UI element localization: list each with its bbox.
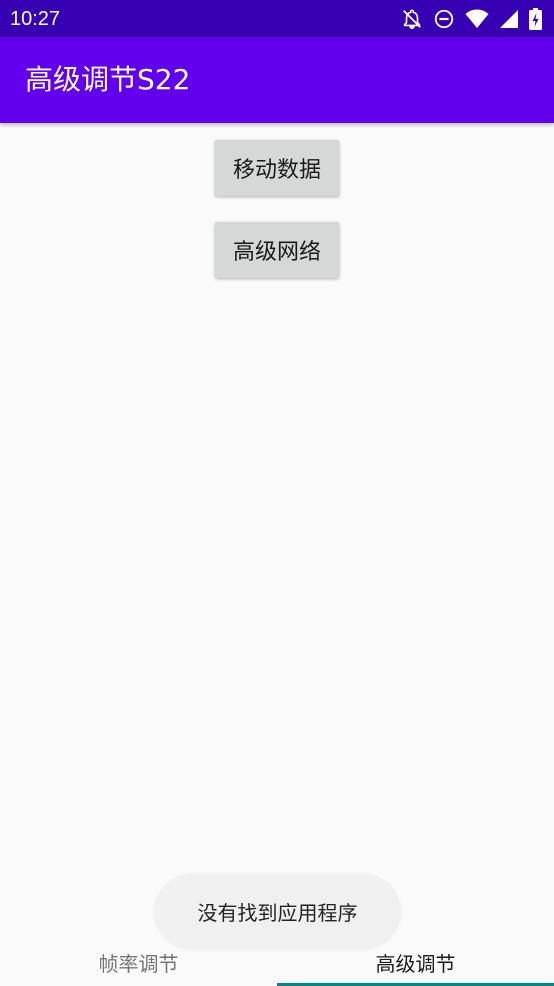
wifi-icon	[465, 9, 489, 29]
tab-frame-rate-label: 帧率调节	[98, 951, 179, 976]
app-title: 高级调节S22	[25, 63, 191, 96]
tab-advanced-label: 高级调节	[375, 951, 456, 976]
signal-icon	[499, 9, 519, 29]
status-time: 10:27	[10, 8, 61, 30]
bell-off-icon	[401, 8, 423, 30]
battery-charging-icon	[529, 8, 542, 30]
advanced-network-button[interactable]: 高级网络	[215, 222, 339, 278]
status-bar: 10:27	[0, 0, 554, 37]
status-icons	[401, 8, 542, 30]
do-not-disturb-icon	[433, 8, 455, 30]
mobile-data-button[interactable]: 移动数据	[215, 140, 339, 196]
app-bar: 高级调节S22	[0, 37, 554, 123]
main-content: 移动数据 高级网络	[0, 123, 554, 953]
toast-message: 没有找到应用程序	[155, 874, 400, 948]
